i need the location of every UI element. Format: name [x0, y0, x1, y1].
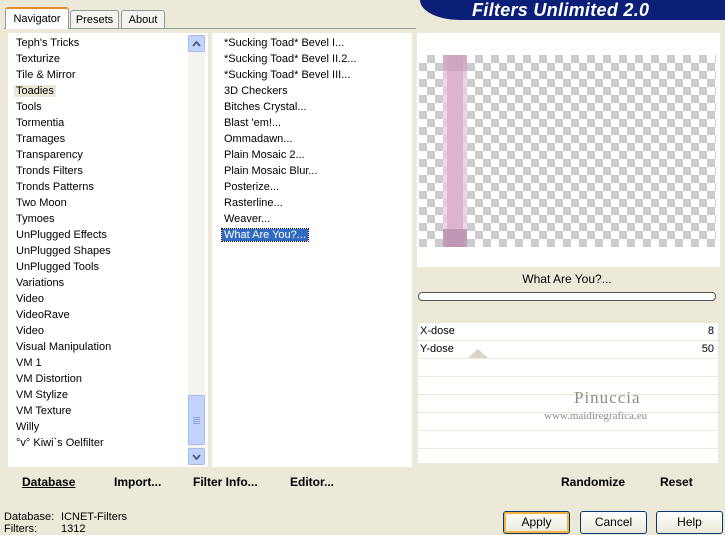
category-item[interactable]: UnPlugged Effects — [14, 227, 186, 243]
category-item[interactable]: Video — [14, 291, 186, 307]
param-empty-3 — [418, 359, 718, 377]
category-item[interactable]: Teph's Tricks — [14, 35, 186, 51]
category-item[interactable]: Texturize — [14, 51, 186, 67]
tab-navigator[interactable]: Navigator — [5, 7, 69, 29]
chevron-up-icon — [192, 40, 201, 47]
filter-item[interactable]: Plain Mosaic Blur... — [222, 163, 408, 179]
filter-info-button[interactable]: Filter Info... — [193, 475, 258, 489]
category-item[interactable]: VM Distortion — [14, 371, 186, 387]
category-item[interactable]: Transparency — [14, 147, 186, 163]
category-scrollbar[interactable] — [188, 35, 205, 465]
chevron-down-icon — [192, 453, 201, 460]
category-item[interactable]: VideoRave — [14, 307, 186, 323]
category-item[interactable]: Variations — [14, 275, 186, 291]
category-item[interactable]: Two Moon — [14, 195, 186, 211]
filter-item[interactable]: Blast 'em!... — [222, 115, 408, 131]
category-item[interactable]: UnPlugged Shapes — [14, 243, 186, 259]
category-item[interactable]: UnPlugged Tools — [14, 259, 186, 275]
slider-marker-icon — [468, 349, 488, 358]
filter-item[interactable]: *Sucking Toad* Bevel I... — [222, 35, 408, 51]
filter-item[interactable]: Bitches Crystal... — [222, 99, 408, 115]
filters-count-info: Filters: 1312 — [4, 523, 86, 535]
filter-item[interactable]: 3D Checkers — [222, 83, 408, 99]
category-item[interactable]: Tools — [14, 99, 186, 115]
filter-item[interactable]: Plain Mosaic 2... — [222, 147, 408, 163]
scroll-thumb[interactable] — [188, 395, 205, 445]
filter-item[interactable]: Posterize... — [222, 179, 408, 195]
param-y-dose[interactable]: Y-dose 50 — [418, 341, 718, 359]
category-item[interactable]: Tymoes — [14, 211, 186, 227]
filter-list[interactable]: *Sucking Toad* Bevel I... *Sucking Toad* … — [221, 35, 408, 243]
category-item[interactable]: Tronds Patterns — [14, 179, 186, 195]
editor-button[interactable]: Editor... — [290, 475, 334, 489]
tab-presets[interactable]: Presets — [70, 10, 119, 28]
param-empty-8 — [418, 449, 718, 464]
category-item[interactable]: VM Stylize — [14, 387, 186, 403]
category-item[interactable]: Video — [14, 323, 186, 339]
help-button[interactable]: Help — [656, 511, 723, 534]
app-banner: Filters Unlimited 2.0 — [420, 0, 725, 20]
category-item[interactable]: VM Texture — [14, 403, 186, 419]
apply-button[interactable]: Apply — [503, 511, 570, 534]
category-item[interactable]: Tramages — [14, 131, 186, 147]
randomize-button[interactable]: Randomize — [561, 475, 625, 489]
category-item[interactable]: Toadies — [14, 83, 186, 99]
filter-item[interactable]: What Are You?... — [221, 227, 408, 243]
category-list[interactable]: Teph's Tricks Texturize Tile & Mirror Toadi… — [14, 35, 186, 451]
database-button[interactable]: Database — [22, 475, 75, 489]
param-empty-7 — [418, 431, 718, 449]
param-empty-4 — [418, 377, 718, 395]
category-item[interactable]: Tronds Filters — [14, 163, 186, 179]
filter-item[interactable]: *Sucking Toad* Bevel II.2... — [222, 51, 408, 67]
category-item[interactable]: Tormentia — [14, 115, 186, 131]
category-item[interactable]: Visual Manipulation — [14, 339, 186, 355]
watermark-name: Pinuccia — [574, 388, 641, 407]
reset-button[interactable]: Reset — [660, 475, 693, 489]
progress-bar — [418, 292, 716, 301]
category-item[interactable]: Willy — [14, 419, 186, 435]
selected-filter-name: What Are You?... — [522, 272, 612, 286]
filter-item[interactable]: *Sucking Toad* Bevel III... — [222, 67, 408, 83]
app-title: Filters Unlimited 2.0 — [472, 0, 650, 20]
filter-item[interactable]: Rasterline... — [222, 195, 408, 211]
param-x-dose[interactable]: X-dose 8 — [418, 323, 718, 341]
scroll-down-button[interactable] — [188, 448, 205, 465]
watermark-url: www.maidiregrafica.eu — [544, 410, 648, 422]
category-item[interactable]: °v° Kiwi`s Oelfilter — [14, 435, 186, 451]
database-info: Database: ICNET-Filters — [4, 511, 127, 523]
category-item[interactable]: Tile & Mirror — [14, 67, 186, 83]
tab-about[interactable]: About — [121, 10, 165, 28]
scroll-up-button[interactable] — [188, 35, 205, 52]
preview-image — [419, 55, 716, 247]
import-button[interactable]: Import... — [114, 475, 161, 489]
filter-item[interactable]: Weaver... — [222, 211, 408, 227]
category-item[interactable]: VM 1 — [14, 355, 186, 371]
filter-item[interactable]: Ommadawn... — [222, 131, 408, 147]
cancel-button[interactable]: Cancel — [580, 511, 647, 534]
